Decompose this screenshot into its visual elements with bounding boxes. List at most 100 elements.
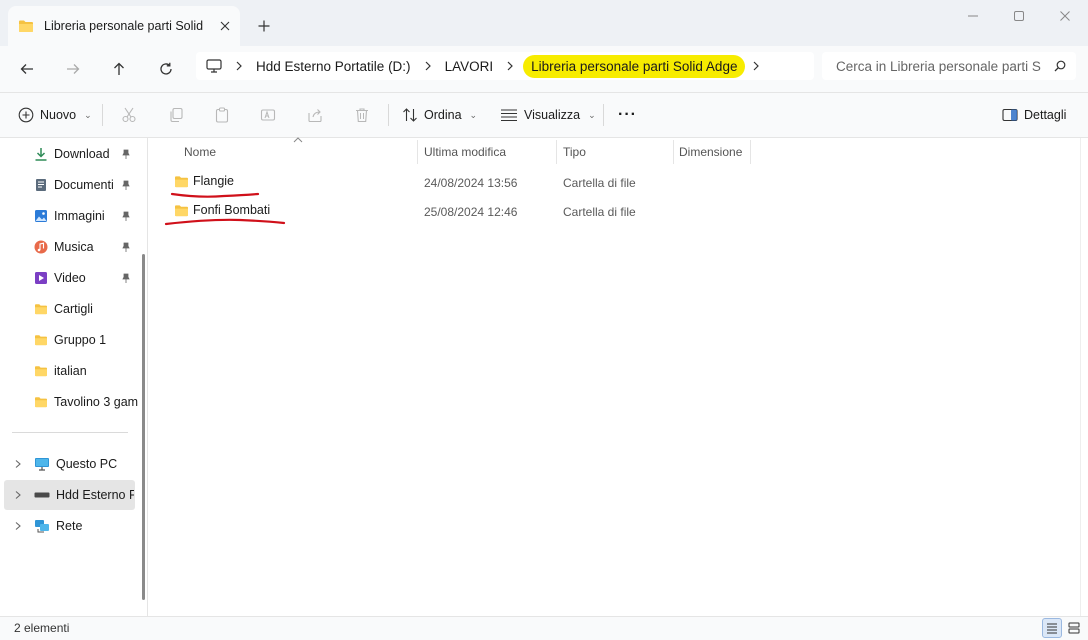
column-header-size[interactable]: Dimensione — [679, 142, 742, 162]
sidebar-item-label: Documenti — [54, 178, 114, 192]
sidebar-item-label: Hdd Esterno Por — [56, 488, 134, 502]
sidebar-item-label: Tavolino 3 gamb — [54, 395, 138, 409]
expand-chevron-icon[interactable] — [13, 490, 23, 500]
toolbar-divider — [102, 104, 103, 126]
folder-icon — [34, 365, 48, 377]
forward-button[interactable] — [58, 54, 88, 84]
details-button[interactable]: Dettagli — [1002, 102, 1066, 128]
sidebar-item-italian[interactable]: italian — [34, 360, 87, 382]
details-view-button[interactable] — [1042, 618, 1062, 638]
more-options-button[interactable]: ··· — [618, 102, 637, 128]
file-type: Cartella di file — [563, 205, 636, 219]
close-button[interactable] — [1042, 4, 1088, 28]
network-icon — [34, 519, 50, 533]
breadcrumb-current-folder[interactable]: Libreria personale parti Solid Adge — [523, 54, 746, 78]
sidebar-item-label: Video — [54, 271, 86, 285]
download-icon — [34, 147, 48, 161]
video-icon — [34, 271, 48, 285]
sidebar-item-this-pc[interactable]: Questo PC — [34, 453, 117, 475]
sidebar-item-label: Rete — [56, 519, 83, 533]
pin-icon — [120, 179, 132, 191]
sort-icon — [402, 107, 418, 123]
rename-button[interactable] — [260, 102, 276, 128]
column-divider[interactable] — [673, 140, 674, 164]
tiles-view-icon — [1068, 622, 1080, 634]
new-button-label: Nuovo — [40, 108, 77, 122]
sidebar-item-cartigli[interactable]: Cartigli — [34, 298, 93, 320]
sidebar-item-hdd-external[interactable]: Hdd Esterno Por — [34, 484, 134, 506]
expand-chevron-icon[interactable] — [13, 459, 23, 469]
red-underline-annotation — [164, 192, 286, 226]
folder-icon — [34, 334, 48, 346]
column-header-name[interactable]: Nome — [184, 142, 216, 162]
sidebar-item-download[interactable]: Download — [34, 143, 110, 165]
column-header-type[interactable]: Tipo — [563, 142, 586, 162]
breadcrumb-drive[interactable]: Hdd Esterno Portatile (D:) — [256, 59, 411, 74]
column-divider[interactable] — [750, 140, 751, 164]
sidebar-item-network[interactable]: Rete — [34, 515, 82, 537]
refresh-button[interactable] — [151, 54, 181, 84]
sidebar-item-label: Questo PC — [56, 457, 118, 471]
address-bar[interactable]: Hdd Esterno Portatile (D:) LAVORI Librer… — [196, 52, 814, 80]
sort-button[interactable]: Ordina ⌄ — [402, 102, 477, 128]
column-divider[interactable] — [556, 140, 557, 164]
pin-icon — [120, 210, 132, 222]
trash-icon — [354, 107, 370, 123]
copy-button[interactable] — [168, 102, 184, 128]
minimize-button[interactable] — [950, 4, 996, 28]
toolbar-divider — [603, 104, 604, 126]
paste-button[interactable] — [214, 102, 230, 128]
sidebar-item-label: Download — [54, 147, 110, 161]
details-label: Dettagli — [1024, 108, 1067, 122]
chevron-right-icon[interactable] — [507, 61, 513, 71]
sidebar-item-tavolino[interactable]: Tavolino 3 gamb — [34, 391, 138, 413]
sidebar-item-music[interactable]: Musica — [34, 236, 94, 258]
file-modified: 24/08/2024 13:56 — [424, 176, 518, 190]
chevron-right-icon[interactable] — [753, 61, 760, 71]
breadcrumb-lavori[interactable]: LAVORI — [445, 59, 494, 74]
sidebar-item-documents[interactable]: Documenti — [34, 174, 114, 196]
chevron-down-icon: ⌄ — [588, 109, 596, 120]
details-pane-icon — [1002, 108, 1018, 122]
music-icon — [34, 240, 48, 254]
share-button[interactable] — [307, 102, 323, 128]
expand-chevron-icon[interactable] — [13, 521, 23, 531]
documents-icon — [34, 178, 48, 192]
file-type: Cartella di file — [563, 176, 636, 190]
new-button[interactable]: Nuovo ⌄ — [18, 102, 92, 128]
new-tab-button[interactable] — [252, 14, 276, 38]
main-scrollbar[interactable] — [1080, 138, 1088, 616]
list-view-icon — [1046, 622, 1058, 634]
tab-active[interactable]: Libreria personale parti Solid A — [8, 6, 240, 46]
sidebar-scrollbar[interactable] — [142, 254, 145, 600]
view-icon — [500, 108, 518, 122]
column-header-modified[interactable]: Ultima modifica — [424, 142, 506, 162]
pin-icon — [120, 272, 132, 284]
computer-icon — [206, 59, 222, 73]
sidebar-item-video[interactable]: Video — [34, 267, 86, 289]
chevron-right-icon[interactable] — [425, 61, 431, 71]
sidebar-item-gruppo-1[interactable]: Gruppo 1 — [34, 329, 106, 351]
sidebar-item-pictures[interactable]: Immagini — [34, 205, 105, 227]
sidebar-item-label: italian — [54, 364, 87, 378]
search-icon[interactable] — [1054, 60, 1066, 72]
view-button[interactable]: Visualizza ⌄ — [500, 102, 596, 128]
chevron-down-icon: ⌄ — [469, 109, 478, 120]
delete-button[interactable] — [354, 102, 370, 128]
search-input[interactable] — [836, 58, 1046, 74]
status-bar — [0, 616, 1088, 640]
sidebar-item-label: Cartigli — [54, 302, 93, 316]
column-divider[interactable] — [417, 140, 418, 164]
folder-icon — [18, 19, 34, 33]
pictures-icon — [34, 209, 48, 223]
search-box[interactable] — [822, 52, 1076, 80]
cut-button[interactable] — [121, 102, 137, 128]
file-modified: 25/08/2024 12:46 — [424, 205, 518, 219]
chevron-right-icon[interactable] — [236, 61, 242, 71]
up-button[interactable] — [104, 54, 134, 84]
back-button[interactable] — [12, 54, 42, 84]
sidebar-item-label: Gruppo 1 — [54, 333, 107, 347]
tiles-view-button[interactable] — [1064, 618, 1084, 638]
close-tab-icon[interactable] — [220, 21, 230, 31]
maximize-button[interactable] — [996, 4, 1042, 28]
